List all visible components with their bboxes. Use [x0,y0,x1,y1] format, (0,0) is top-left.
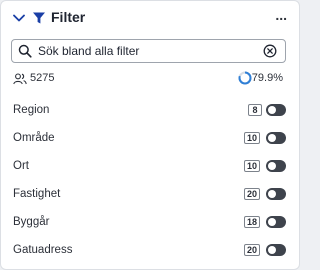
coverage-percent: 79.9% [251,72,283,84]
progress-ring-icon [238,71,252,85]
users-icon [13,72,27,85]
filter-toggle-byggar[interactable] [266,216,286,228]
filter-row-ort[interactable]: Ort 10 [1,153,299,181]
filter-label: Gatuadress [13,244,73,256]
result-count: 5275 [30,72,55,84]
panel-title: Filter [51,9,86,25]
filter-row-region[interactable]: Region 8 [1,97,299,125]
filter-label: Område [13,132,55,144]
search-icon [18,44,32,58]
clear-search-icon[interactable] [263,44,277,58]
filter-row-fastighet[interactable]: Fastighet 20 [1,181,299,209]
filter-count-badge: 10 [244,132,261,144]
filter-count-badge: 20 [244,244,261,256]
filter-label: Region [13,104,50,116]
filter-label: Ort [13,160,29,172]
filter-toggle-gatuadress[interactable] [266,244,286,256]
filter-label: Byggår [13,216,50,228]
filter-search-field[interactable]: Sök bland alla filter [11,39,286,63]
filter-row-gatuadress[interactable]: Gatuadress 20 [1,237,299,265]
search-input-value[interactable]: Sök bland alla filter [38,44,139,58]
filter-count-badge: 8 [248,104,262,116]
filter-count-badge: 20 [244,188,261,200]
filter-toggle-fastighet[interactable] [266,188,286,200]
result-stats: 5275 79.9% [1,69,299,89]
filter-label: Fastighet [13,188,61,200]
filter-row-omrade[interactable]: Område 10 [1,125,299,153]
more-options-button[interactable]: ... [275,7,287,23]
filter-header: Filter ... [1,1,299,35]
funnel-icon [32,11,46,25]
filter-count-badge: 10 [244,160,261,172]
filter-panel: Filter ... Sök bland alla filter 5275 79… [0,0,300,270]
filter-toggle-omrade[interactable] [266,132,286,144]
filter-row-byggar[interactable]: Byggår 18 [1,209,299,237]
filter-toggle-region[interactable] [266,104,286,116]
filter-toggle-ort[interactable] [266,160,286,172]
chevron-down-icon[interactable] [12,11,26,25]
filter-count-badge: 18 [244,216,261,228]
